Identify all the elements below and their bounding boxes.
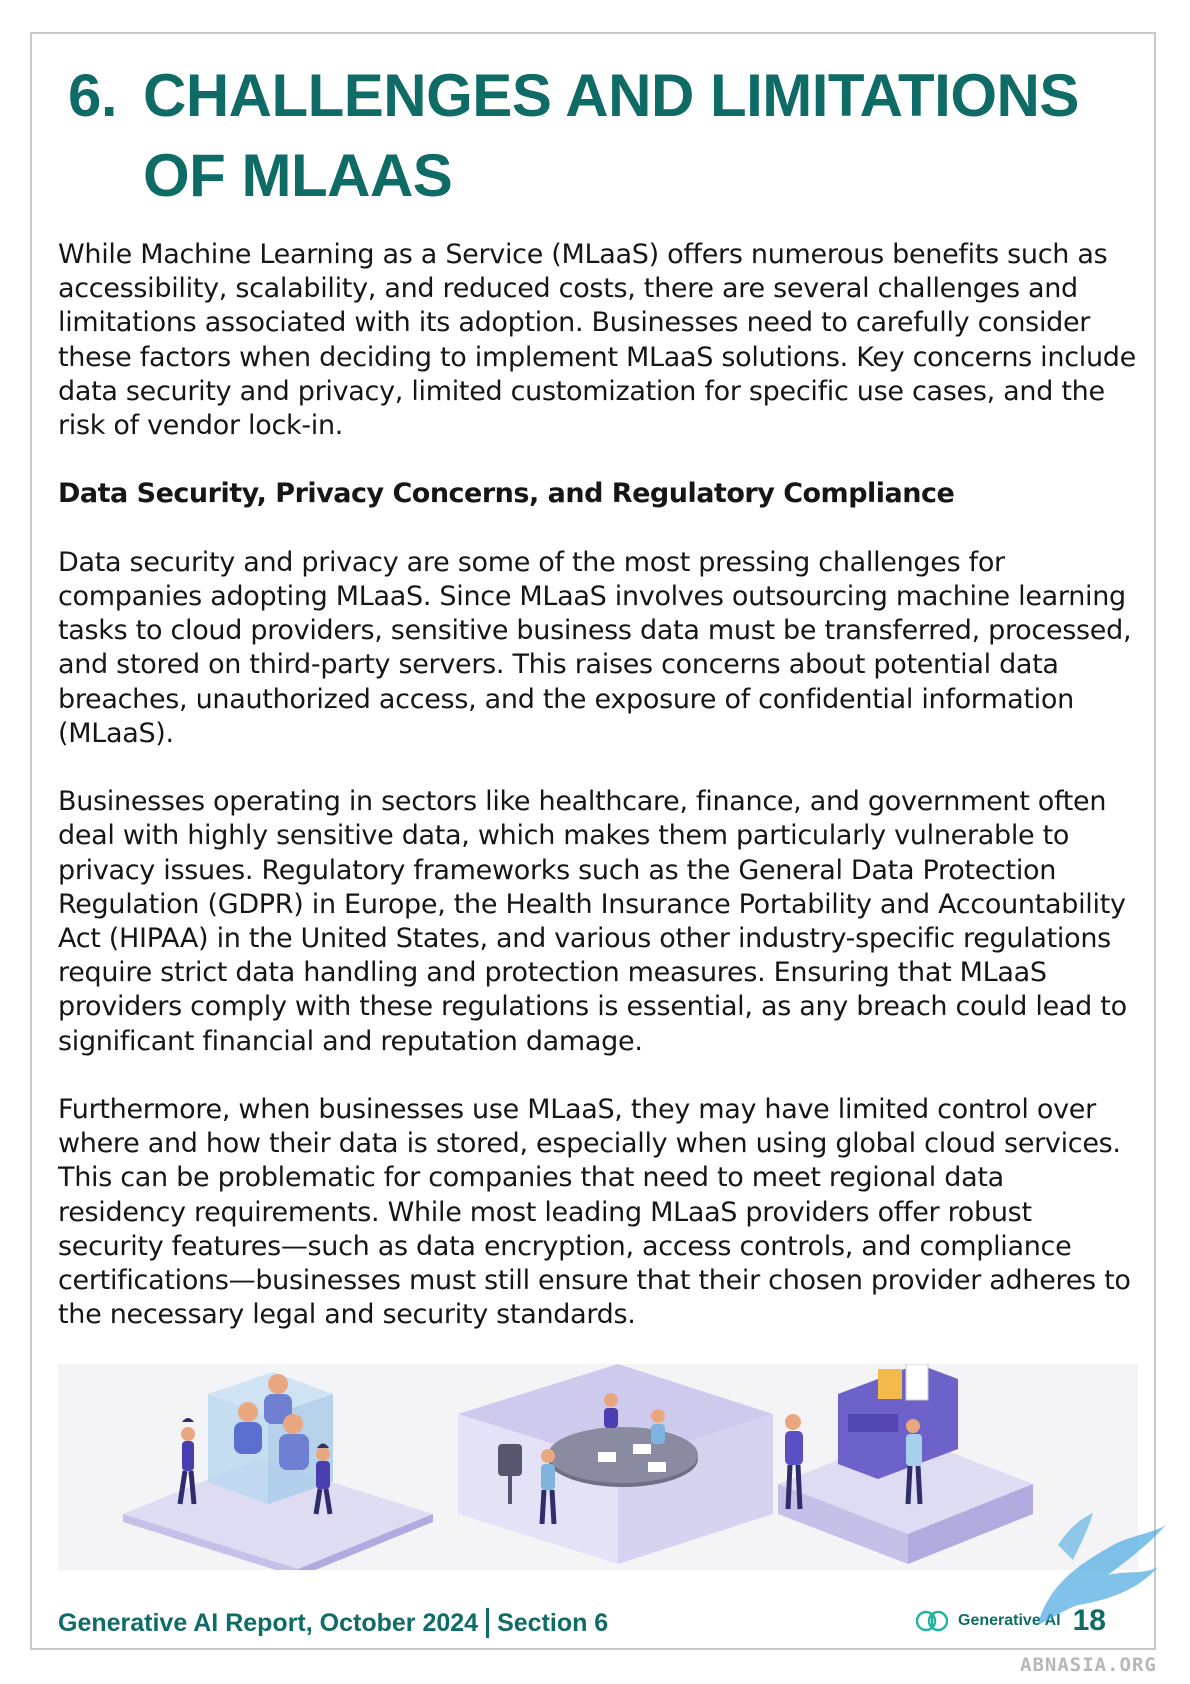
body-content: While Machine Learning as a Service (MLa… <box>58 238 1138 1367</box>
intro-paragraph: While Machine Learning as a Service (MLa… <box>58 239 1136 442</box>
footer-report-title: Generative AI Report, October 2024 <box>58 1608 479 1637</box>
body-paragraph: Data security and privacy are some of th… <box>58 546 1132 749</box>
footer-section-label: Section 6 <box>497 1608 609 1637</box>
isometric-illustration <box>58 1363 1138 1577</box>
footer-report-info: Generative AI Report, October 2024 Secti… <box>58 1608 608 1638</box>
meeting-room-scene <box>458 1364 773 1564</box>
page-heading: 6. CHALLENGES AND LIMITATIONS OF MLAAS <box>68 56 1128 216</box>
body-paragraph: Businesses operating in sectors like hea… <box>58 786 1127 1057</box>
watermark-text: ABNASIA.ORG <box>1020 1654 1157 1676</box>
heading-title: CHALLENGES AND LIMITATIONS OF MLAAS <box>143 62 1079 209</box>
team-cube-scene <box>123 1372 433 1577</box>
illustration-art <box>123 1363 1033 1577</box>
watermark-bird-icon <box>1038 1513 1166 1625</box>
brain-logo-icon <box>916 1610 948 1632</box>
footer-divider <box>486 1608 490 1638</box>
heading-number: 6. <box>68 62 118 129</box>
file-cabinet-scene <box>778 1363 1033 1564</box>
section-title: Data Security, Privacy Concerns, and Reg… <box>58 478 955 510</box>
body-paragraph: Furthermore, when businesses use MLaaS, … <box>58 1094 1131 1331</box>
